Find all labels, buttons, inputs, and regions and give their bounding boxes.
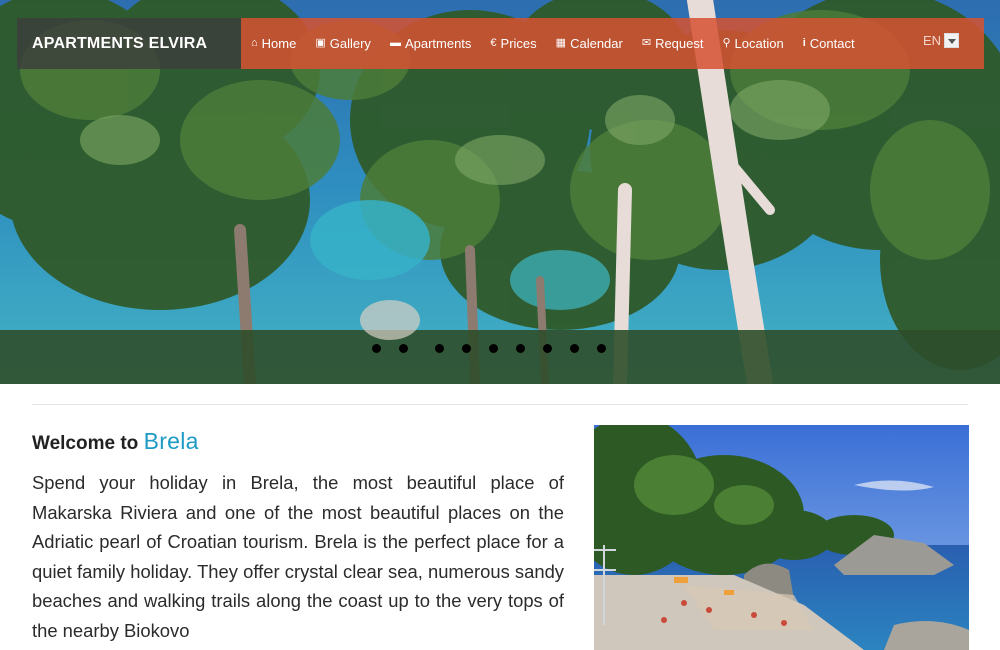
welcome-heading: Welcome to Brela: [32, 428, 199, 455]
welcome-heading-prefix: Welcome to: [32, 433, 139, 454]
slider-pagination: [372, 344, 624, 353]
site-brand[interactable]: APARTMENTS ELVIRA: [17, 18, 241, 69]
nav-gallery-label: Gallery: [329, 36, 371, 51]
nav-request-label: Request: [655, 36, 704, 51]
nav-contact[interactable]: i Contact: [803, 36, 855, 51]
slider-dot[interactable]: [435, 344, 444, 353]
welcome-paragraph: Spend your holiday in Brela, the most be…: [32, 472, 564, 641]
calendar-icon: ▦: [555, 37, 567, 49]
nav-gallery[interactable]: ▣ Gallery: [315, 36, 371, 51]
language-selector[interactable]: EN: [923, 33, 959, 48]
envelope-icon: ✉: [641, 37, 652, 49]
euro-icon: €: [490, 37, 497, 49]
brand-name: APARTMENTS ELVIRA: [32, 34, 208, 52]
slider-dot[interactable]: [516, 344, 525, 353]
bed-icon: ▬: [389, 37, 401, 49]
nav-location-label: Location: [734, 36, 784, 51]
nav-home[interactable]: ⌂ Home: [251, 36, 296, 51]
nav-prices[interactable]: € Prices: [490, 36, 536, 51]
slider-dot[interactable]: [462, 344, 471, 353]
nav-home-label: Home: [261, 36, 297, 51]
nav-apartments-label: Apartments: [404, 36, 472, 51]
slider-dot[interactable]: [597, 344, 606, 353]
gallery-icon: ▣: [315, 37, 326, 49]
hero-slider: APARTMENTS ELVIRA ⌂ Home ▣ Gallery ▬ Apa…: [0, 0, 1000, 384]
main-navbar: ⌂ Home ▣ Gallery ▬ Apartments € Prices ▦…: [241, 18, 984, 69]
beach-photo: [594, 425, 969, 650]
nav-calendar-label: Calendar: [570, 36, 623, 51]
nav-prices-label: Prices: [500, 36, 537, 51]
nav-apartments[interactable]: ▬ Apartments: [390, 36, 471, 51]
nav-calendar[interactable]: ▦ Calendar: [556, 36, 623, 51]
chevron-down-icon: [944, 33, 959, 48]
slider-dot[interactable]: [570, 344, 579, 353]
nav-request[interactable]: ✉ Request: [642, 36, 704, 51]
map-marker-icon: ⚲: [722, 37, 731, 49]
slider-dot[interactable]: [489, 344, 498, 353]
slider-dot[interactable]: [399, 344, 408, 353]
slider-dot[interactable]: [372, 344, 381, 353]
home-icon: ⌂: [251, 37, 258, 49]
section-divider: [32, 404, 968, 405]
language-label: EN: [922, 33, 941, 48]
nav-contact-label: Contact: [809, 36, 855, 51]
welcome-heading-accent: Brela: [143, 428, 199, 454]
slider-dot[interactable]: [543, 344, 552, 353]
info-icon: i: [802, 37, 806, 49]
nav-location[interactable]: ⚲ Location: [722, 36, 783, 51]
